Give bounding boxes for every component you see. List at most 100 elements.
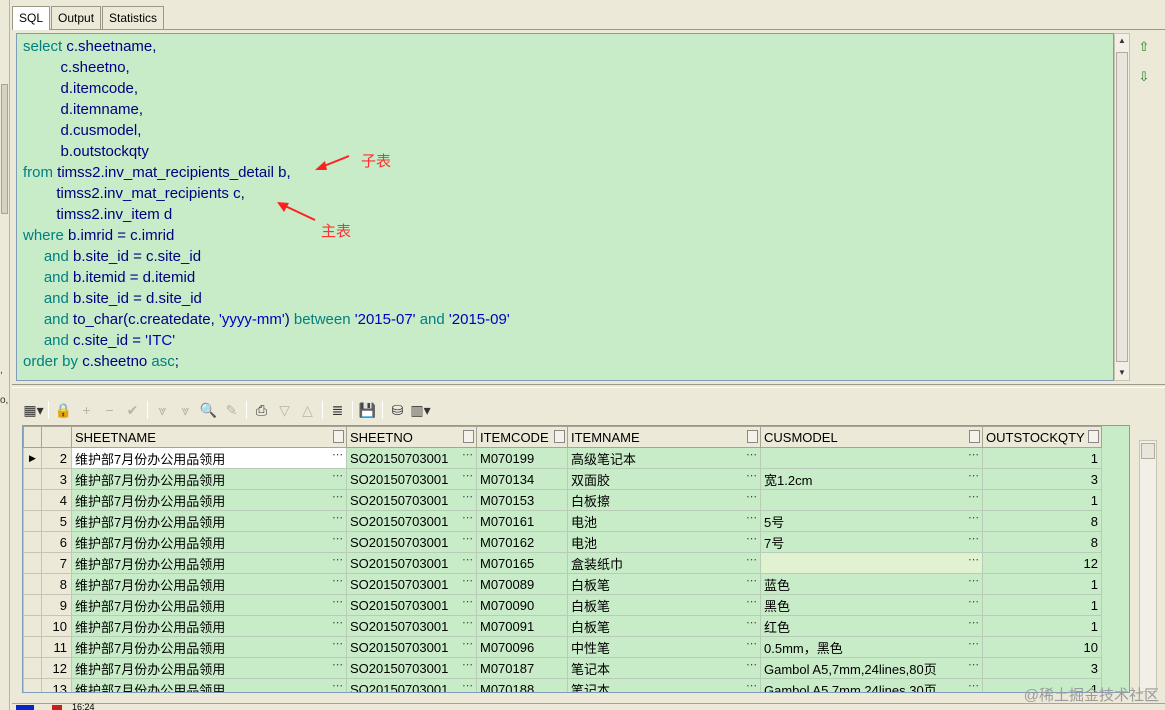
cell-editor-icon[interactable]: ⋯	[968, 511, 979, 524]
table-row[interactable]: 11 维护部7月份办公用品领用 ⋯ SO20150703001 ⋯ M070096 中性笔 ⋯…	[23, 636, 1102, 658]
cell-sheetno[interactable]: SO20150703001 ⋯	[346, 468, 477, 490]
table-row[interactable]: 10 维护部7月份办公用品领用 ⋯ SO20150703001 ⋯ M070091 白板笔 ⋯…	[23, 615, 1102, 637]
cell-sheetno[interactable]: SO20150703001 ⋯	[346, 636, 477, 658]
cell-qty[interactable]: 3	[982, 468, 1102, 490]
row-indicator[interactable]	[23, 531, 42, 553]
cell-itemname[interactable]: 笔记本 ⋯	[567, 657, 761, 679]
cell-qty[interactable]: 1	[982, 573, 1102, 595]
cell-itemname[interactable]: 笔记本 ⋯	[567, 678, 761, 692]
cell-sheetname[interactable]: 维护部7月份办公用品领用 ⋯	[71, 447, 347, 469]
cell-editor-icon[interactable]: ⋯	[746, 637, 757, 650]
cell-editor-icon[interactable]: ⋯	[746, 553, 757, 566]
column-header-button[interactable]	[333, 430, 344, 443]
cell-editor-icon[interactable]: ⋯	[746, 448, 757, 461]
cell-editor-icon[interactable]: ⋯	[746, 658, 757, 671]
tab-output[interactable]: Output	[51, 6, 102, 29]
cell-editor-icon[interactable]: ⋯	[332, 511, 343, 524]
tab-sql[interactable]: SQL	[12, 6, 51, 30]
cell-itemname[interactable]: 白板笔 ⋯	[567, 615, 761, 637]
cell-editor-icon[interactable]: ⋯	[746, 532, 757, 545]
cell-editor-icon[interactable]: ⋯	[746, 679, 757, 692]
cell-cusmodel[interactable]: 红色 ⋯	[760, 615, 983, 637]
cell-sheetno[interactable]: SO20150703001 ⋯	[346, 489, 477, 511]
clear-icon[interactable]: ✎	[220, 399, 243, 421]
cell-sheetname[interactable]: 维护部7月份办公用品领用 ⋯	[71, 657, 347, 679]
cell-sheetname[interactable]: 维护部7月份办公用品领用 ⋯	[71, 594, 347, 616]
cell-qty[interactable]: 1	[982, 594, 1102, 616]
row-indicator[interactable]	[23, 594, 42, 616]
cell-cusmodel[interactable]: Gambol A5,7mm,24lines,80页 ⋯	[760, 657, 983, 679]
cell-cusmodel[interactable]: 7号 ⋯	[760, 531, 983, 553]
cell-itemcode[interactable]: M070091	[476, 615, 568, 637]
editor-scroll-thumb[interactable]	[1116, 52, 1128, 362]
cell-sheetname[interactable]: 维护部7月份办公用品领用 ⋯	[71, 489, 347, 511]
row-indicator[interactable]	[23, 510, 42, 532]
cell-itemname[interactable]: 双面胶 ⋯	[567, 468, 761, 490]
column-header-button[interactable]	[969, 430, 980, 443]
single-record-view-icon[interactable]: ≣	[326, 399, 349, 421]
cell-itemname[interactable]: 白板笔 ⋯	[567, 573, 761, 595]
cell-editor-icon[interactable]: ⋯	[462, 658, 473, 671]
cell-sheetno[interactable]: SO20150703001 ⋯	[346, 447, 477, 469]
save-icon[interactable]: 💾	[356, 399, 379, 421]
table-row[interactable]: 12 维护部7月份办公用品领用 ⋯ SO20150703001 ⋯ M070187 笔记本 ⋯…	[23, 657, 1102, 679]
cell-itemcode[interactable]: M070165	[476, 552, 568, 574]
table-row[interactable]: 4 维护部7月份办公用品领用 ⋯ SO20150703001 ⋯ M070153 白板擦 ⋯ ⋯…	[23, 489, 1102, 511]
current-row-indicator-icon[interactable]: ▶	[23, 447, 42, 469]
cell-cusmodel[interactable]: 5号 ⋯	[760, 510, 983, 532]
cell-qty[interactable]: 3	[982, 657, 1102, 679]
row-indicator[interactable]	[23, 678, 42, 692]
sql-text[interactable]: select c.sheetname, c.sheetno, d.itemcod…	[17, 34, 1113, 374]
cell-itemname[interactable]: 电池 ⋯	[567, 510, 761, 532]
cell-editor-icon[interactable]: ⋯	[968, 532, 979, 545]
cell-cusmodel[interactable]: 宽1.2cm ⋯	[760, 468, 983, 490]
cell-editor-icon[interactable]: ⋯	[332, 532, 343, 545]
cell-editor-icon[interactable]: ⋯	[462, 679, 473, 692]
post-changes-icon[interactable]: ✔	[121, 399, 144, 421]
cell-editor-icon[interactable]: ⋯	[462, 616, 473, 629]
cell-editor-icon[interactable]: ⋯	[462, 469, 473, 482]
cell-itemname[interactable]: 白板擦 ⋯	[567, 489, 761, 511]
row-indicator[interactable]	[23, 636, 42, 658]
delete-record-icon[interactable]: −	[98, 399, 121, 421]
cell-qty[interactable]: 10	[982, 636, 1102, 658]
cell-editor-icon[interactable]: ⋯	[968, 448, 979, 461]
cell-editor-icon[interactable]: ⋯	[332, 616, 343, 629]
cell-cusmodel[interactable]: 0.5mm，黑色 ⋯	[760, 636, 983, 658]
grid-view-icon[interactable]: ▦▾	[22, 399, 45, 421]
cell-editor-icon[interactable]: ⋯	[332, 490, 343, 503]
cell-editor-icon[interactable]: ⋯	[332, 637, 343, 650]
table-row[interactable]: ▶ 2 维护部7月份办公用品领用 ⋯ SO20150703001 ⋯ M070199 高级笔记…	[23, 447, 1102, 469]
cell-sheetno[interactable]: SO20150703001 ⋯	[346, 531, 477, 553]
cell-sheetno[interactable]: SO20150703001 ⋯	[346, 552, 477, 574]
cell-sheetname[interactable]: 维护部7月份办公用品领用 ⋯	[71, 615, 347, 637]
cell-sheetname[interactable]: 维护部7月份办公用品领用 ⋯	[71, 531, 347, 553]
column-header-button[interactable]	[463, 430, 474, 443]
cell-editor-icon[interactable]: ⋯	[746, 490, 757, 503]
cell-sheetno[interactable]: SO20150703001 ⋯	[346, 510, 477, 532]
cell-editor-icon[interactable]: ⋯	[462, 532, 473, 545]
row-indicator[interactable]	[23, 615, 42, 637]
cell-sheetno[interactable]: SO20150703001 ⋯	[346, 573, 477, 595]
cell-cusmodel[interactable]: 黑色 ⋯	[760, 594, 983, 616]
column-header-outstockqty[interactable]: OUTSTOCKQTY	[982, 426, 1102, 448]
sql-editor[interactable]: select c.sheetname, c.sheetno, d.itemcod…	[16, 33, 1114, 381]
table-row[interactable]: 9 维护部7月份办公用品领用 ⋯ SO20150703001 ⋯ M070090 白板笔 ⋯ 黑…	[23, 594, 1102, 616]
cell-qty[interactable]: 1	[982, 447, 1102, 469]
cell-editor-icon[interactable]: ⋯	[462, 448, 473, 461]
column-header-button[interactable]	[747, 430, 758, 443]
cell-sheetno[interactable]: SO20150703001 ⋯	[346, 615, 477, 637]
cell-editor-icon[interactable]: ⋯	[462, 574, 473, 587]
cell-editor-icon[interactable]: ⋯	[332, 448, 343, 461]
cell-editor-icon[interactable]: ⋯	[462, 553, 473, 566]
cell-qty[interactable]: 12	[982, 552, 1102, 574]
editor-scrollbar[interactable]: ▲ ▼	[1114, 33, 1130, 381]
table-row[interactable]: 3 维护部7月份办公用品领用 ⋯ SO20150703001 ⋯ M070134 双面胶 ⋯ 宽…	[23, 468, 1102, 490]
arrow-up-icon[interactable]: ⇧	[1134, 36, 1154, 58]
cell-editor-icon[interactable]: ⋯	[462, 511, 473, 524]
column-header-sheetname[interactable]: SHEETNAME	[71, 426, 347, 448]
cell-qty[interactable]: 8	[982, 510, 1102, 532]
cell-editor-icon[interactable]: ⋯	[968, 490, 979, 503]
cell-editor-icon[interactable]: ⋯	[462, 595, 473, 608]
cell-itemname[interactable]: 白板笔 ⋯	[567, 594, 761, 616]
